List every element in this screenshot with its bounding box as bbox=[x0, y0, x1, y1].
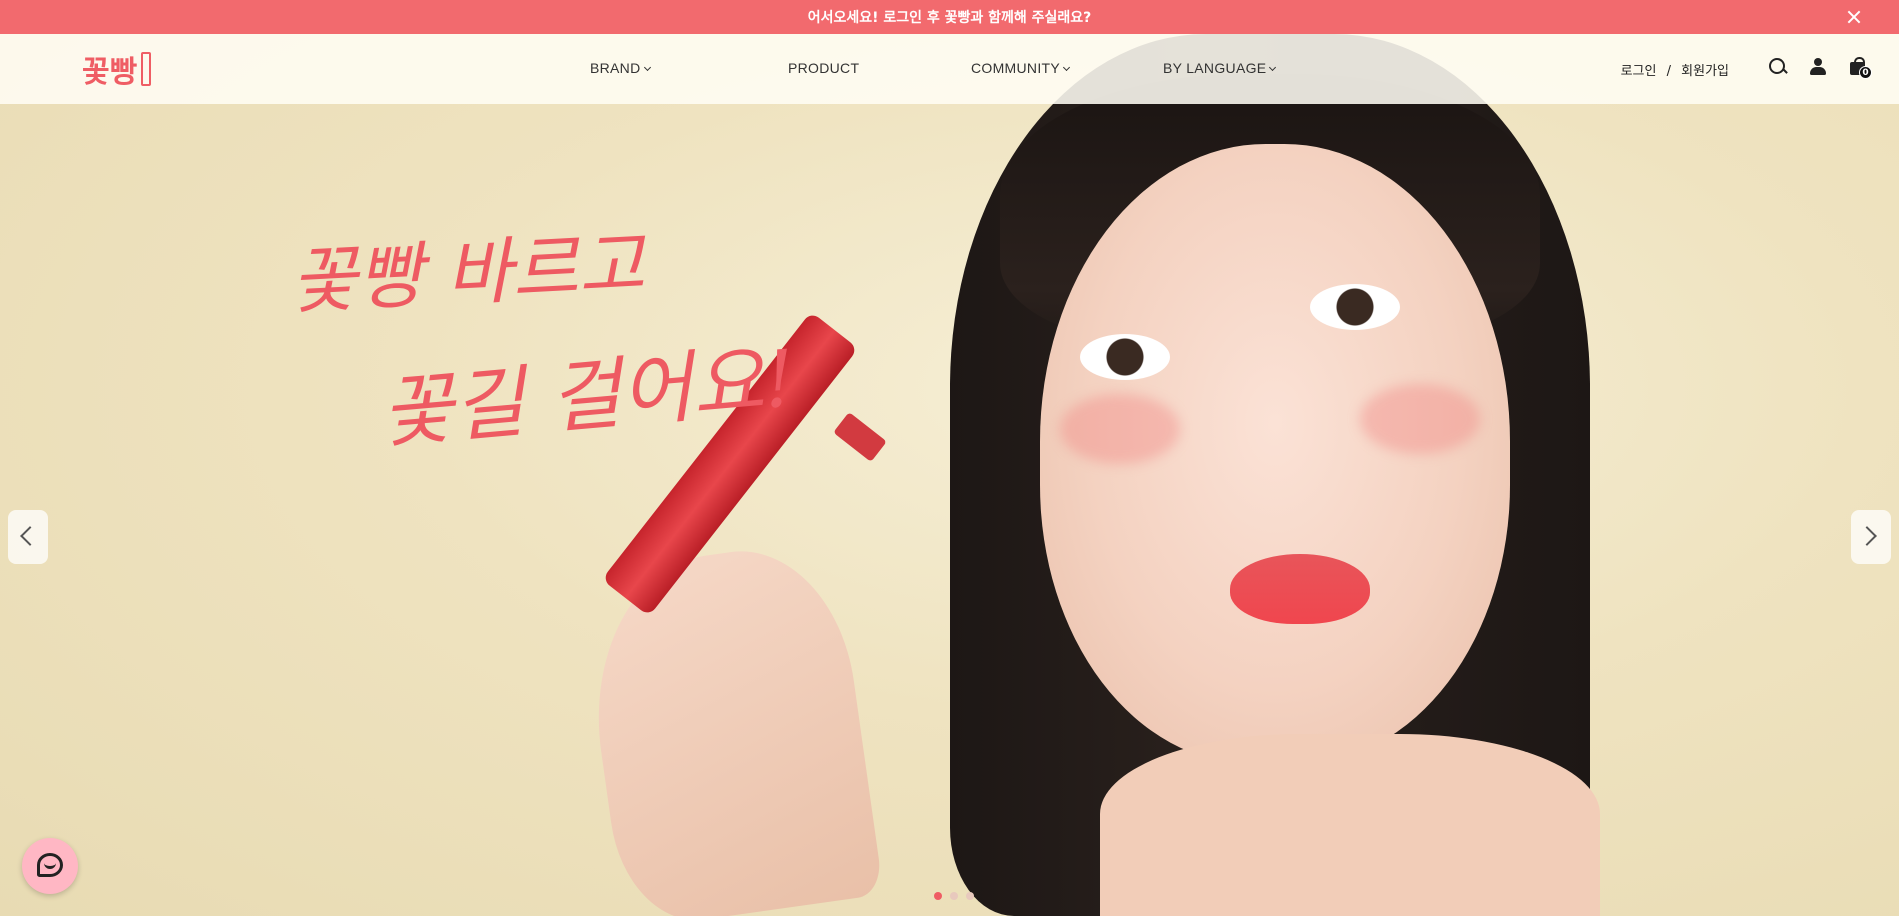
slider-dot-1[interactable] bbox=[934, 892, 942, 900]
nav-item-label: PRODUCT bbox=[788, 60, 860, 76]
slider-pagination bbox=[930, 892, 978, 900]
chevron-down-icon bbox=[1062, 63, 1071, 72]
nav-item-brand[interactable]: BRAND bbox=[590, 60, 651, 76]
hero-slider: 꽃빵 바르고 꽃길 걸어요! bbox=[0, 34, 1899, 916]
nav-item-by-language[interactable]: BY LANGUAGE bbox=[1163, 60, 1277, 76]
hero-image-lips bbox=[1230, 554, 1370, 624]
slider-dot-2[interactable] bbox=[950, 892, 958, 900]
logo-tag bbox=[141, 52, 152, 86]
logo-text: 꽃빵 bbox=[82, 55, 138, 90]
close-icon[interactable] bbox=[1845, 8, 1863, 26]
slider-next-button[interactable] bbox=[1851, 510, 1891, 564]
login-link[interactable]: 로그인 bbox=[1621, 64, 1657, 79]
hero-image-eye-right bbox=[1310, 284, 1400, 330]
hero-image-neck bbox=[1100, 734, 1600, 916]
signup-link[interactable]: 회원가입 bbox=[1681, 64, 1729, 79]
account-separator: / bbox=[1666, 64, 1672, 79]
nav-item-label: COMMUNITY bbox=[971, 60, 1061, 76]
search-icon[interactable] bbox=[1767, 56, 1789, 78]
nav-item-product[interactable]: PRODUCT bbox=[788, 60, 859, 76]
nav-item-label: BRAND bbox=[590, 60, 641, 76]
brand-logo[interactable]: 꽃빵 bbox=[82, 48, 152, 90]
cart-count-badge: 0 bbox=[1859, 66, 1872, 79]
header-icons: 0 bbox=[1749, 56, 1872, 79]
user-icon[interactable] bbox=[1807, 56, 1829, 78]
chevron-down-icon bbox=[643, 63, 651, 72]
slider-dot-3[interactable] bbox=[966, 892, 974, 900]
hero-image-tint-cap bbox=[833, 411, 887, 463]
hero-image-cheek-left bbox=[1060, 394, 1180, 464]
hero-tagline-line1: 꽃빵 바르고 bbox=[288, 221, 647, 325]
chat-button[interactable] bbox=[22, 838, 78, 894]
site-header: 꽃빵 BRAND PRODUCT COMMUNITY BY LANGUAGE 로… bbox=[0, 34, 1899, 104]
hero-image-cheek-right bbox=[1360, 384, 1480, 454]
banner-text: 어서오세요! 로그인 후 꽃빵과 함께해 주실래요? bbox=[807, 10, 1092, 26]
chevron-right-icon bbox=[1857, 526, 1877, 546]
hero-image-eye-left bbox=[1080, 334, 1170, 380]
cart-icon[interactable]: 0 bbox=[1847, 56, 1872, 79]
chevron-down-icon bbox=[1269, 63, 1277, 72]
nav-item-label: BY LANGUAGE bbox=[1163, 60, 1267, 76]
account-links: 로그인 / 회원가입 bbox=[1621, 60, 1729, 79]
nav-item-community[interactable]: COMMUNITY bbox=[971, 60, 1071, 76]
announcement-banner: 어서오세요! 로그인 후 꽃빵과 함께해 주실래요? bbox=[0, 0, 1899, 34]
chevron-left-icon bbox=[20, 526, 40, 546]
slider-prev-button[interactable] bbox=[8, 510, 48, 564]
